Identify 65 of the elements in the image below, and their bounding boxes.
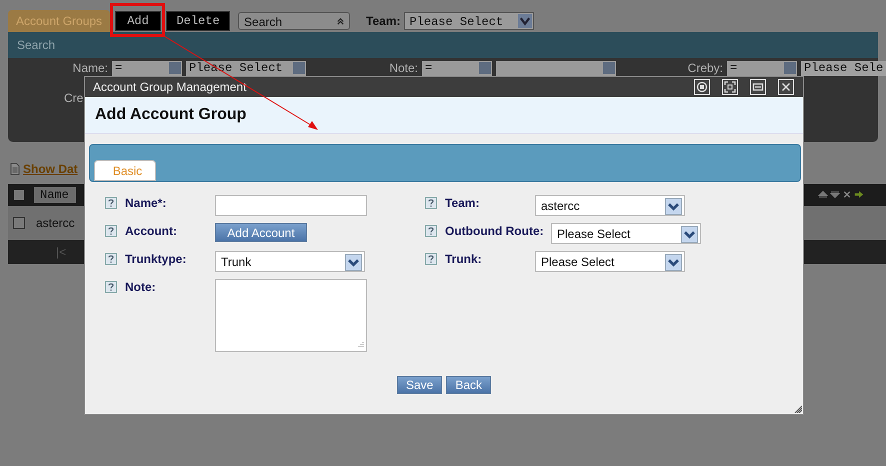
field-label: Outbound Route:	[445, 223, 545, 240]
dropdown-icon	[681, 226, 698, 243]
circle-icon[interactable]	[694, 79, 710, 95]
dropdown-icon	[479, 62, 491, 74]
select-field[interactable]: Trunk	[215, 251, 365, 272]
operator-select[interactable]: =	[727, 61, 797, 76]
move-down-icon[interactable]	[830, 190, 840, 199]
restore-icon[interactable]	[750, 79, 766, 95]
help-icon[interactable]	[425, 225, 437, 237]
filter-label: Note:	[388, 61, 418, 76]
field-label: Account:	[125, 223, 178, 240]
value-select[interactable]: Please Sele	[801, 61, 886, 76]
filter-label: Cre	[64, 91, 84, 105]
column-header[interactable]: Name	[34, 187, 76, 203]
help-icon[interactable]	[105, 281, 117, 293]
name-field[interactable]	[215, 195, 367, 216]
field-label: Trunk:	[445, 251, 483, 268]
resize-grip-icon[interactable]	[794, 405, 802, 413]
dialog-button[interactable]: Back	[446, 376, 492, 394]
field-label: Team:	[445, 195, 480, 212]
checkbox[interactable]	[13, 217, 25, 229]
search-select[interactable]: Search	[238, 12, 350, 30]
select-field[interactable]: Please Select	[535, 251, 685, 272]
dropdown-icon	[293, 62, 305, 74]
field-label: Trunktype:	[125, 251, 188, 268]
dropdown-icon	[665, 254, 682, 271]
dropdown-icon	[665, 198, 682, 215]
resize-grip-icon[interactable]	[356, 341, 364, 349]
dialog-title: Account Group Management	[93, 80, 246, 94]
add-account-button[interactable]: Add Account	[215, 223, 307, 242]
dropdown-icon	[169, 62, 181, 74]
operator-select[interactable]: =	[422, 61, 492, 76]
close-icon[interactable]	[842, 190, 852, 199]
field-label: Name*:	[125, 195, 168, 212]
dropdown-icon	[345, 254, 362, 271]
dialog-button[interactable]: Save	[396, 376, 442, 394]
help-icon[interactable]	[105, 253, 117, 265]
toolbar-button[interactable]: Add	[115, 11, 162, 31]
help-icon[interactable]	[425, 253, 437, 265]
table-cell: astercc	[36, 216, 75, 230]
field-label: Note:	[125, 279, 157, 296]
help-icon[interactable]	[425, 197, 437, 209]
help-icon[interactable]	[105, 197, 117, 209]
move-up-icon[interactable]	[818, 190, 828, 199]
help-icon[interactable]	[105, 225, 117, 237]
chevron-icon	[336, 17, 346, 26]
checkbox[interactable]	[14, 190, 24, 200]
filter-label: Name:	[72, 61, 108, 76]
toolbar-button[interactable]: Delete	[166, 11, 230, 31]
dialog-heading: Add Account Group	[95, 106, 246, 123]
dropdown-icon	[603, 62, 615, 74]
document-icon	[10, 163, 20, 175]
team-label: Team:	[366, 14, 400, 28]
select-field[interactable]: astercc	[535, 195, 685, 216]
dropdown-icon	[784, 62, 796, 74]
maximize-icon[interactable]	[722, 79, 738, 95]
team-select[interactable]: Please Select	[404, 12, 534, 30]
filter-label: Creby:	[686, 61, 723, 76]
note-field[interactable]	[215, 279, 367, 352]
search-title: Search	[17, 38, 56, 52]
dropdown-icon	[518, 14, 532, 28]
arrow-right-icon[interactable]	[854, 190, 864, 199]
operator-select[interactable]: =	[112, 61, 182, 76]
select-field[interactable]: Please Select	[551, 223, 701, 244]
highlight-box	[110, 3, 165, 37]
